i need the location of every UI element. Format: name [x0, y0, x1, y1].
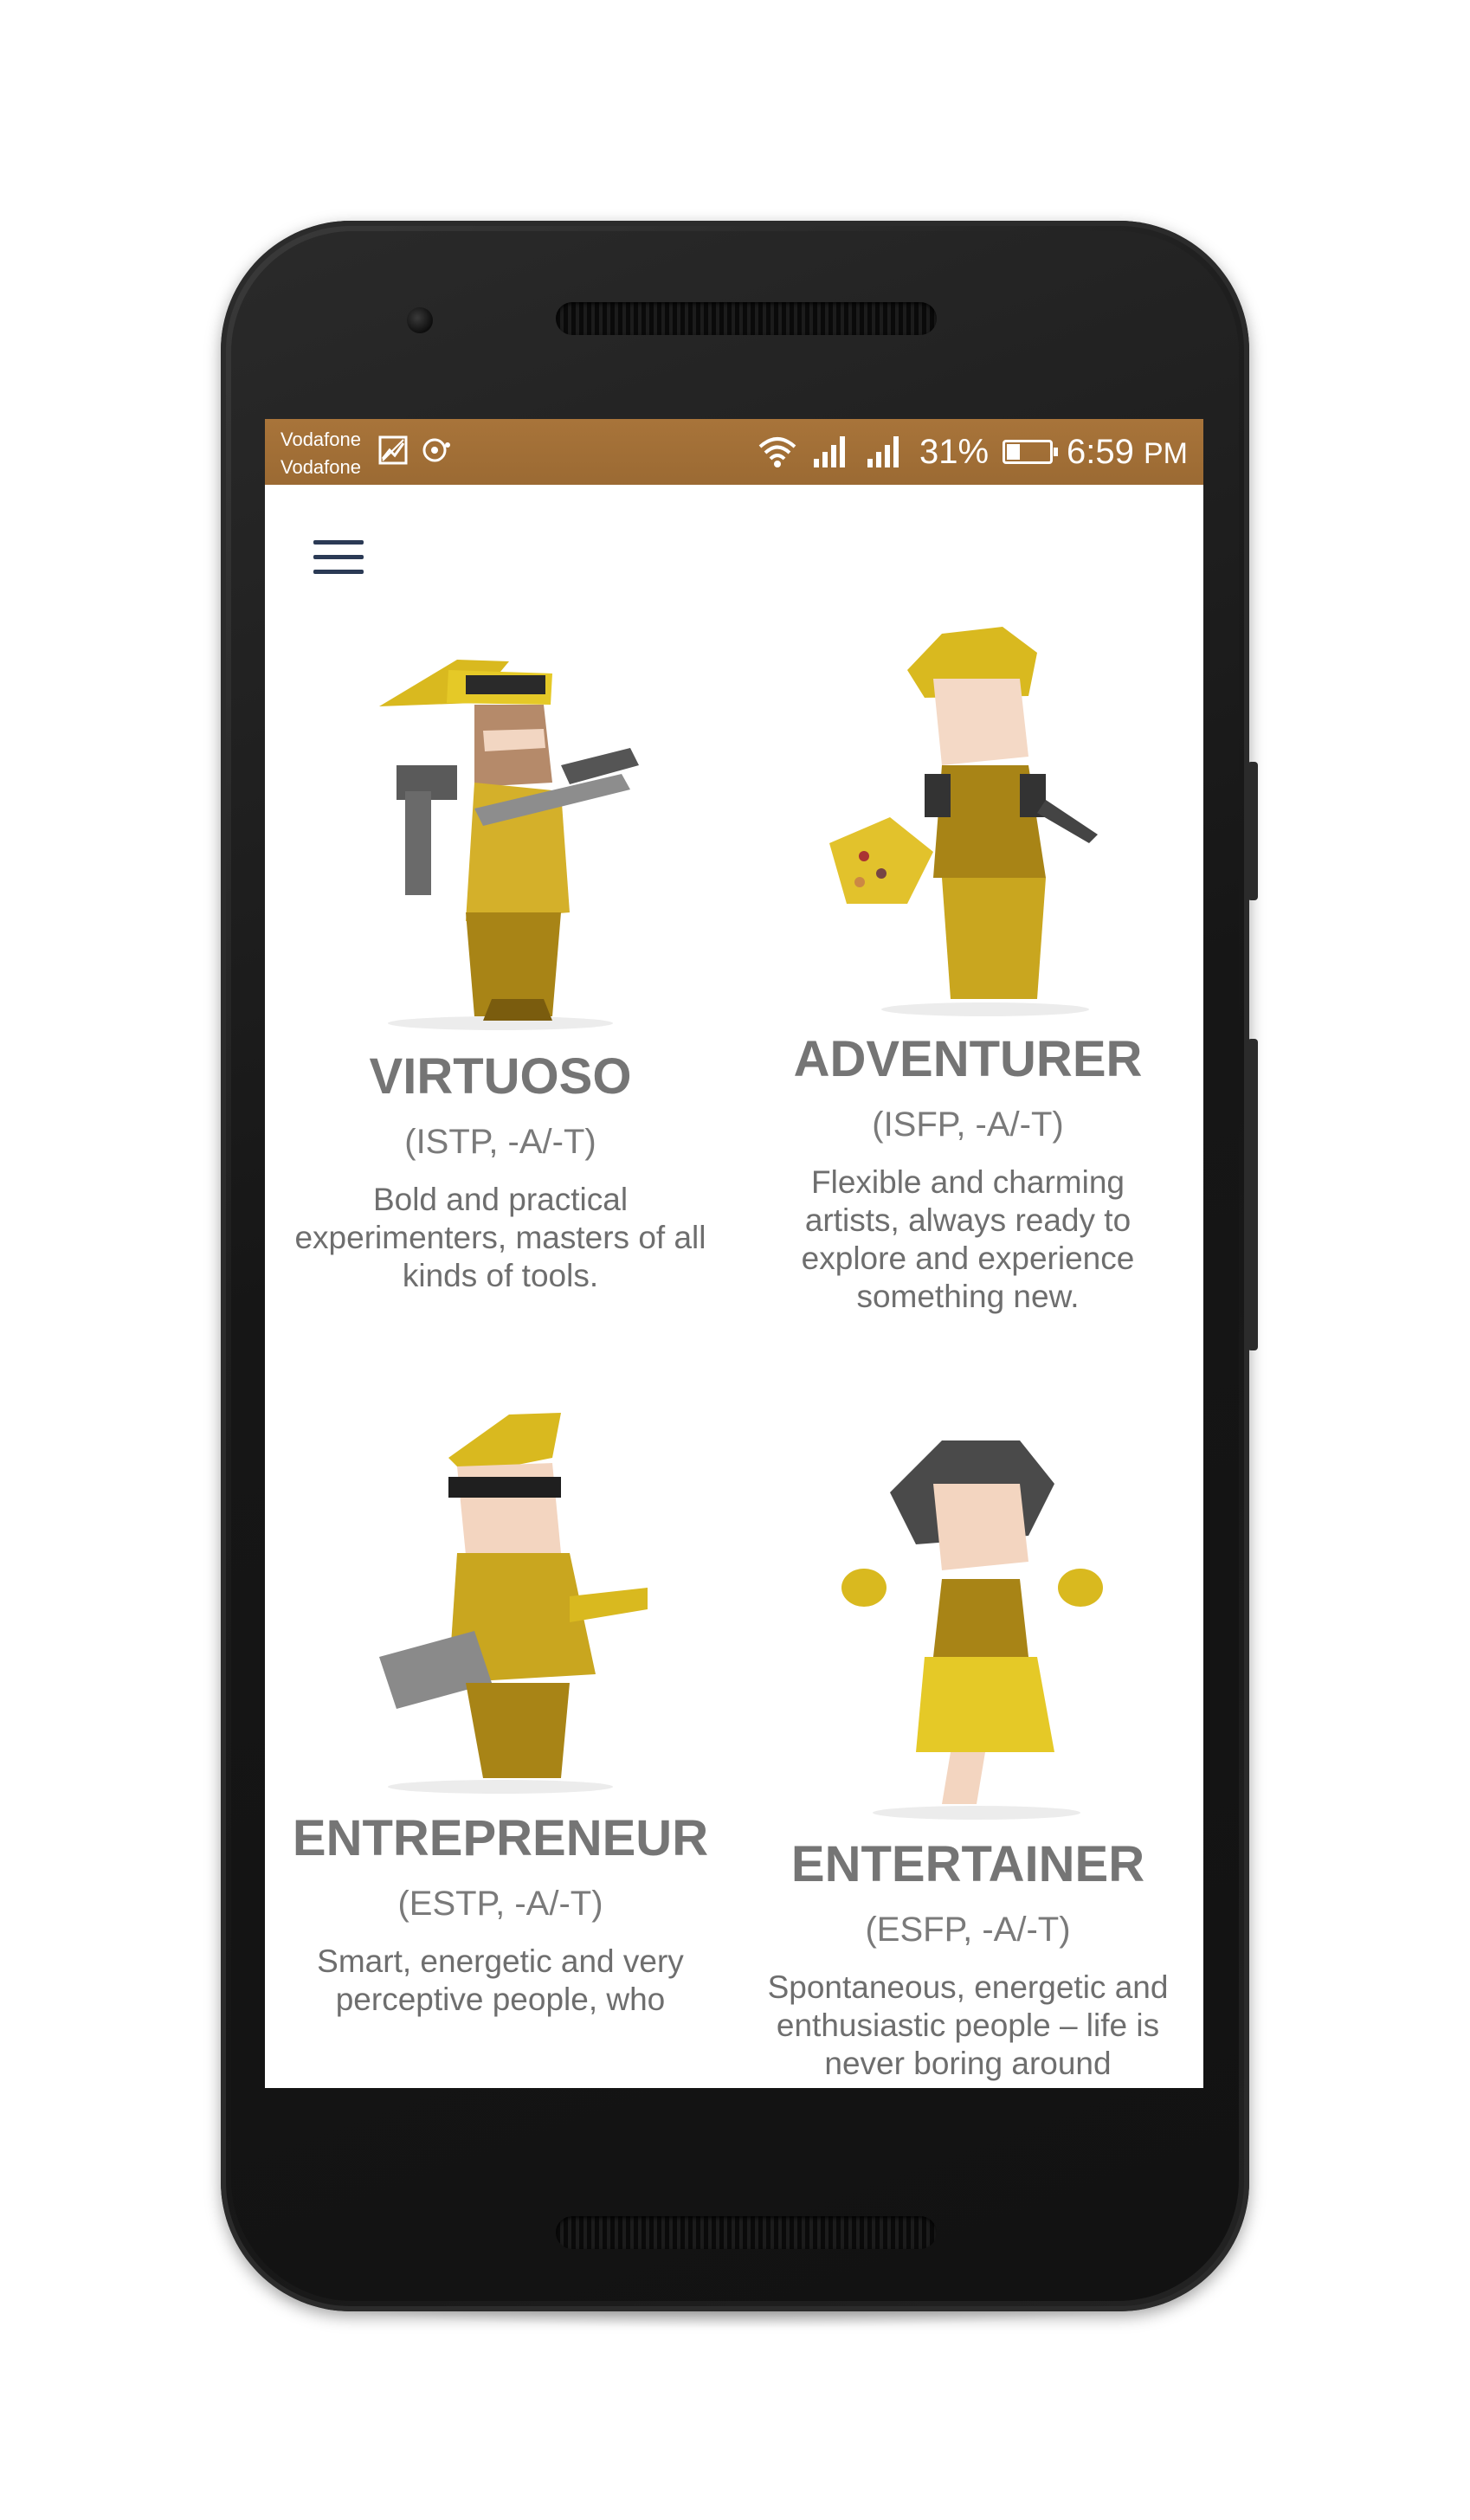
- front-camera: [407, 307, 433, 333]
- entrepreneur-illustration: [379, 1413, 648, 1794]
- personality-name: ENTERTAINER: [790, 1836, 1145, 1892]
- battery-icon: [1003, 440, 1059, 464]
- app-screen: Vodafone Vodafone 31% 6:59 PM VIRTUOSO (…: [265, 419, 1203, 2088]
- notification-icon: [422, 438, 450, 462]
- personality-description: Spontaneous, energetic and enthusiastic …: [767, 1969, 1169, 2081]
- menu-line: [313, 540, 364, 545]
- clock: 6:59 PM: [1067, 433, 1188, 472]
- personality-name: ENTREPRENEUR: [292, 1810, 709, 1866]
- entertainer-illustration: [841, 1440, 1103, 1820]
- personality-card-virtuoso[interactable]: VIRTUOSO (ISTP, -A/-T) Bold and practica…: [284, 635, 717, 1295]
- menu-line: [313, 555, 364, 559]
- personality-card-adventurer[interactable]: ADVENTURER (ISFP, -A/-T) Flexible and ch…: [751, 618, 1184, 1316]
- personality-code: (ESFP, -A/-T): [865, 1911, 1071, 1949]
- bottom-speaker: [556, 2216, 937, 2249]
- carrier-2: Vodafone: [280, 456, 361, 478]
- top-speaker: [556, 302, 937, 335]
- battery-fill: [1007, 444, 1020, 460]
- personality-card-entrepreneur[interactable]: ENTREPRENEUR (ESTP, -A/-T) Smart, energe…: [284, 1406, 717, 2019]
- personality-code: (ISTP, -A/-T): [404, 1123, 596, 1161]
- personality-description: Flexible and charming artists, always re…: [801, 1164, 1135, 1314]
- personality-code: (ISFP, -A/-T): [872, 1105, 1064, 1144]
- personality-description: Bold and practical experimenters, master…: [294, 1182, 706, 1293]
- gallery-icon: [378, 435, 408, 465]
- power-button: [1248, 1039, 1258, 1350]
- personality-code: (ESTP, -A/-T): [397, 1885, 603, 1923]
- status-bar: Vodafone Vodafone 31% 6:59 PM: [265, 419, 1203, 485]
- hamburger-menu-icon[interactable]: [313, 540, 364, 578]
- notification-icons: [377, 435, 452, 466]
- menu-line: [313, 570, 364, 574]
- clock-ampm: PM: [1144, 436, 1188, 470]
- signal-icon: [867, 436, 899, 467]
- personality-name: ADVENTURER: [793, 1031, 1143, 1087]
- adventurer-illustration: [829, 627, 1098, 1016]
- status-right: 31% 6:59 PM: [757, 428, 1188, 476]
- clock-time: 6:59: [1067, 432, 1134, 471]
- carrier-1: Vodafone: [280, 429, 361, 450]
- personality-description: Smart, energetic and very perceptive peo…: [317, 1943, 684, 2017]
- wifi-icon: [758, 437, 796, 467]
- carrier-names: Vodafone Vodafone: [280, 426, 361, 481]
- volume-button: [1248, 762, 1258, 900]
- personality-name: VIRTUOSO: [369, 1048, 632, 1105]
- battery-percent: 31%: [919, 432, 990, 471]
- signal-icon: [813, 436, 845, 467]
- personality-card-entertainer[interactable]: ENTERTAINER (ESFP, -A/-T) Spontaneous, e…: [751, 1432, 1184, 2083]
- virtuoso-illustration: [379, 660, 639, 1030]
- device-mockup: Vodafone Vodafone 31% 6:59 PM VIRTUOSO (…: [0, 0, 1470, 2520]
